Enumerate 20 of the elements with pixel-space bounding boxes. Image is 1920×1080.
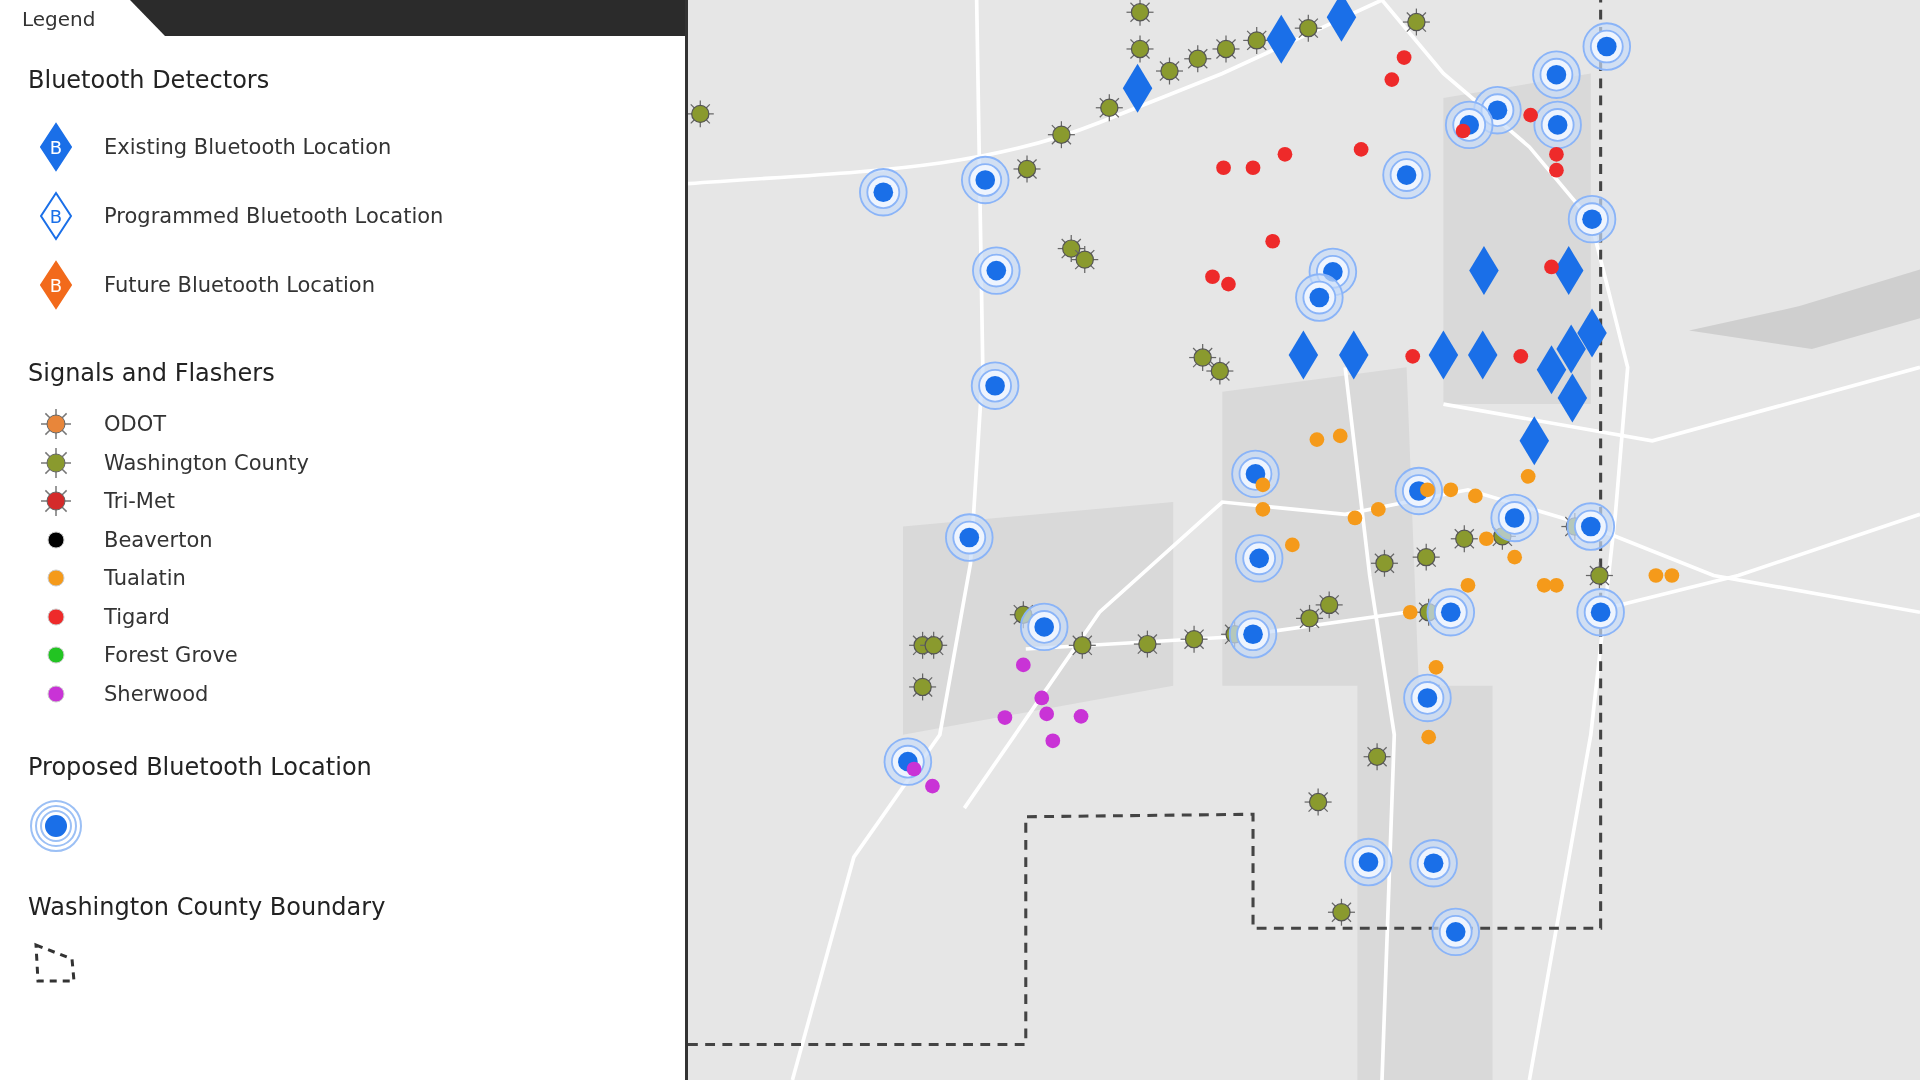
diamond-icon: B: [39, 259, 73, 310]
legend-label: Washington County: [104, 450, 309, 475]
section-heading: Signals and Flashers: [28, 359, 276, 387]
legend-label: Existing Bluetooth Location: [104, 134, 392, 159]
legend-label: Beaverton: [104, 527, 213, 552]
legend-label: Sherwood: [104, 681, 209, 706]
legend-label: Future Bluetooth Location: [104, 272, 375, 297]
section-heading: Proposed Bluetooth Location: [28, 753, 373, 781]
map-drawing[interactable]: [688, 0, 1920, 1080]
diamond-icon: B: [39, 121, 73, 172]
legend-label: Tri-Met: [104, 489, 176, 514]
legend-label: Tigard: [104, 604, 170, 629]
section-heading: Washington County Boundary: [28, 893, 387, 921]
legend-label: ODOT: [104, 412, 167, 437]
section-heading: Bluetooth Detectors: [28, 66, 271, 94]
legend-label: Tualatin: [104, 566, 186, 591]
diamond-icon: B: [39, 190, 73, 241]
legend-label: Programmed Bluetooth Location: [104, 203, 444, 228]
legend-label: Forest Grove: [104, 643, 238, 668]
legend-tab[interactable]: Legend: [0, 0, 165, 36]
